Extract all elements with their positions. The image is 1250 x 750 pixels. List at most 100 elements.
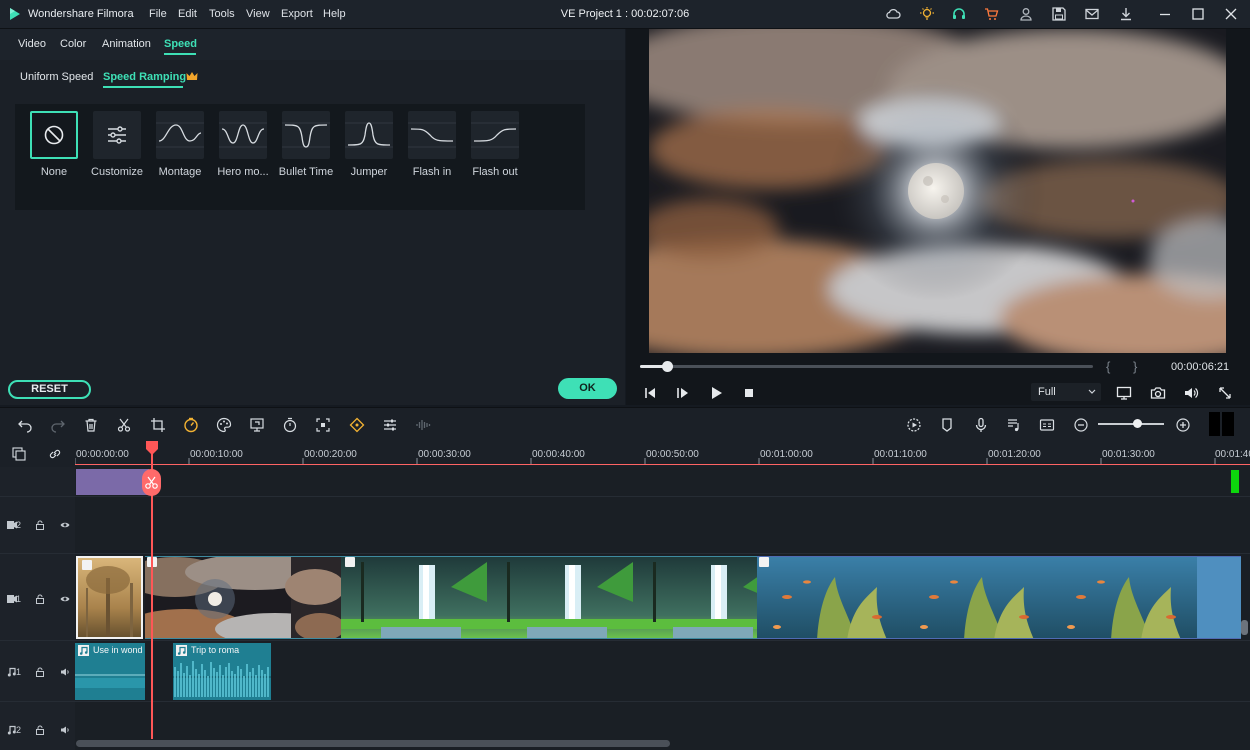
marker-icon[interactable] — [939, 417, 955, 433]
tab-video[interactable]: Video — [18, 38, 46, 50]
preset-montage[interactable] — [156, 111, 204, 159]
filmora-logo-icon — [10, 8, 20, 20]
speaker-icon[interactable] — [60, 667, 70, 677]
subtitle-icon[interactable] — [1039, 417, 1055, 433]
preset-customize[interactable] — [93, 111, 141, 159]
step-back-icon[interactable] — [642, 385, 658, 401]
tab-speed[interactable]: Speed — [164, 38, 197, 50]
ok-button[interactable]: OK — [558, 378, 617, 399]
preset-flash-in[interactable] — [408, 111, 456, 159]
redo-icon[interactable] — [50, 417, 66, 433]
snapshot-camera-icon[interactable] — [1150, 385, 1166, 401]
render-icon[interactable] — [906, 417, 922, 433]
lock-icon[interactable] — [35, 725, 45, 735]
menu-help[interactable]: Help — [323, 8, 346, 20]
cloud-icon[interactable] — [885, 6, 901, 22]
tab-animation[interactable]: Animation — [102, 38, 151, 50]
menu-file[interactable]: File — [149, 8, 167, 20]
render-quality-select[interactable]: Full — [1031, 383, 1101, 401]
split-handle[interactable] — [142, 469, 161, 496]
audio-clip-title: Trip to roma — [191, 645, 240, 655]
timeline-vertical-scrollbar[interactable] — [1241, 620, 1248, 635]
microphone-icon[interactable] — [973, 417, 989, 433]
close-icon[interactable] — [1223, 6, 1239, 22]
preset-bullet-time[interactable] — [282, 111, 330, 159]
playhead-handle-icon[interactable] — [145, 441, 159, 455]
volume-icon[interactable] — [1183, 385, 1199, 401]
preset-hero-moment[interactable] — [219, 111, 267, 159]
headset-icon[interactable] — [951, 6, 967, 22]
menu-view[interactable]: View — [246, 8, 270, 20]
jumper-curve-icon — [345, 122, 393, 148]
zoom-in-icon[interactable] — [1175, 417, 1191, 433]
fullscreen-icon[interactable] — [1217, 385, 1233, 401]
minimize-icon[interactable] — [1157, 6, 1173, 22]
mark-out-brace[interactable]: } — [1133, 359, 1137, 374]
add-track-icon[interactable] — [12, 447, 26, 461]
chevron-down-icon — [1088, 389, 1096, 394]
stop-icon[interactable] — [741, 385, 757, 401]
app-name: Wondershare Filmora — [28, 8, 134, 20]
duration-timer-icon[interactable] — [282, 417, 298, 433]
lock-icon[interactable] — [35, 594, 45, 604]
play-frame-icon[interactable] — [675, 385, 691, 401]
bulb-icon[interactable] — [919, 6, 935, 22]
green-screen-icon[interactable] — [249, 417, 265, 433]
track-end-marker — [1231, 470, 1239, 493]
preset-none[interactable] — [30, 111, 78, 159]
mail-icon[interactable] — [1084, 6, 1100, 22]
link-icon[interactable] — [48, 447, 62, 461]
speed-icon[interactable] — [183, 417, 199, 433]
cut-icon[interactable] — [116, 417, 132, 433]
undo-icon[interactable] — [17, 417, 33, 433]
preset-jumper[interactable] — [345, 111, 393, 159]
adjust-icon[interactable] — [382, 417, 398, 433]
download-icon[interactable] — [1118, 6, 1134, 22]
menu-export[interactable]: Export — [281, 8, 313, 20]
video-clip-moon[interactable] — [145, 556, 341, 639]
audio-clip-use-in-wond[interactable]: Use in wond — [75, 643, 145, 700]
cart-icon[interactable] — [984, 6, 1000, 22]
tab-color[interactable]: Color — [60, 38, 86, 50]
monitor-icon[interactable] — [1116, 385, 1132, 401]
zoom-slider-track[interactable] — [1098, 423, 1164, 425]
mark-in-brace[interactable]: { — [1106, 359, 1110, 374]
reset-button[interactable]: RESET — [8, 380, 91, 399]
eye-icon[interactable] — [60, 520, 70, 530]
save-icon[interactable] — [1051, 6, 1067, 22]
panel-layout-icon[interactable] — [1209, 412, 1234, 436]
timeline-horizontal-scrollbar[interactable] — [76, 740, 670, 747]
overlay-clip[interactable] — [76, 469, 149, 495]
preview-scrub-handle[interactable] — [662, 361, 673, 372]
delete-icon[interactable] — [83, 417, 99, 433]
tab-active-indicator — [164, 53, 196, 55]
play-icon[interactable] — [708, 385, 724, 401]
zoom-slider-handle[interactable] — [1133, 419, 1142, 428]
preview-scrub-track[interactable] — [640, 365, 1093, 368]
clip-play-icon — [345, 557, 355, 567]
user-icon[interactable] — [1018, 6, 1034, 22]
color-palette-icon[interactable] — [216, 417, 232, 433]
eye-icon[interactable] — [60, 594, 70, 604]
lock-icon[interactable] — [35, 520, 45, 530]
maximize-icon[interactable] — [1190, 6, 1206, 22]
speaker-icon[interactable] — [60, 725, 70, 735]
flash-out-curve-icon — [471, 122, 519, 148]
preset-flash-out[interactable] — [471, 111, 519, 159]
voiceover-icon[interactable] — [1006, 417, 1022, 433]
audio-clip-trip-to-roma[interactable]: Trip to roma — [173, 643, 271, 700]
lock-icon[interactable] — [35, 667, 45, 677]
subtab-active-indicator — [103, 86, 183, 88]
editor-panel — [0, 29, 625, 405]
subtab-speed-ramping[interactable]: Speed Ramping — [103, 71, 186, 83]
fit-frame-icon[interactable] — [315, 417, 331, 433]
crop-icon[interactable] — [150, 417, 166, 433]
subtab-uniform-speed[interactable]: Uniform Speed — [20, 71, 93, 83]
video-clip-fish[interactable] — [757, 556, 1241, 639]
menu-edit[interactable]: Edit — [178, 8, 197, 20]
zoom-out-icon[interactable] — [1073, 417, 1089, 433]
menu-tools[interactable]: Tools — [209, 8, 235, 20]
video-clip-waterfall[interactable] — [341, 556, 757, 639]
keyframe-icon[interactable] — [349, 417, 365, 433]
bullet-time-curve-icon — [282, 122, 330, 148]
